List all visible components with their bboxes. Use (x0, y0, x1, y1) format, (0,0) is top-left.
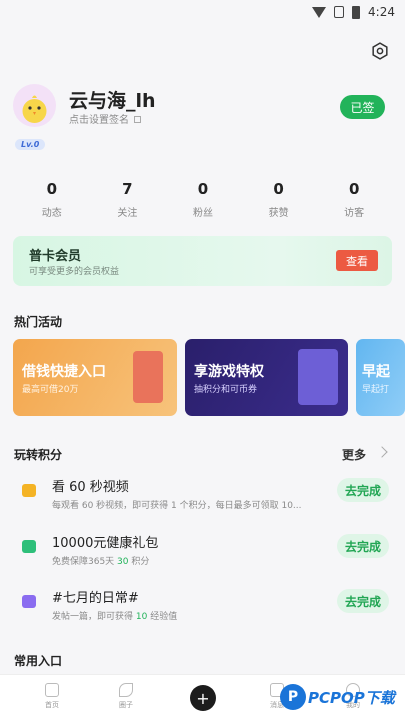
banner-subtitle: 早起打 (362, 385, 390, 395)
nav-circle[interactable]: 圈子 (101, 683, 151, 710)
more-link[interactable]: 更多 (342, 446, 366, 463)
sim-icon (334, 6, 345, 18)
status-time: 4:24 (368, 5, 395, 19)
stat-label: 动态 (41, 208, 62, 219)
task-title: 看 60 秒视频 (52, 480, 129, 495)
heart-icon (22, 540, 36, 553)
nav-label: 圈子 (119, 701, 133, 709)
wallet-graphic-icon (133, 351, 163, 403)
stat-likes[interactable]: 0 获赞 (241, 180, 317, 219)
signature-text: 点击设置签名 (69, 115, 129, 126)
task-complete-button[interactable]: 去完成 (337, 589, 389, 613)
task-complete-button[interactable]: 去完成 (337, 534, 389, 558)
stat-followers[interactable]: 0 粉丝 (165, 180, 241, 219)
arcade-graphic-icon (298, 349, 338, 405)
task-subtitle-highlight: 10 (135, 612, 148, 622)
task-item: 看 60 秒视频 每观看 60 秒视频，即可获得 1 个积分，每日最多可领取 1… (0, 474, 405, 518)
banner-title: 享游戏特权 (194, 364, 264, 380)
banner-subtitle: 最高可借20万 (22, 385, 79, 395)
task-subtitle-text: 每观看 60 秒视频，即可获得 1 个积分，每日最多可领取 10... (52, 501, 302, 511)
stat-label: 访客 (344, 208, 365, 219)
stat-value: 0 (197, 180, 209, 198)
battery-icon (352, 5, 361, 19)
common-entries-title: 常用入口 (14, 654, 63, 668)
stat-label: 获赞 (268, 208, 289, 219)
stat-label: 关注 (117, 208, 138, 219)
banner-subtitle: 抽积分和可币券 (194, 385, 258, 395)
vip-title: 普卡会员 (29, 249, 82, 264)
pcpop-logo-icon: P (280, 684, 306, 710)
stat-value: 0 (46, 180, 58, 198)
task-complete-button[interactable]: 去完成 (337, 478, 389, 502)
status-bar: 4:24 (0, 0, 405, 24)
nav-label: 首页 (45, 701, 59, 709)
banner-title: 早起 (362, 364, 390, 380)
video-icon (22, 484, 36, 497)
vip-subtitle: 可享受更多的会员权益 (29, 267, 120, 277)
task-title: 10000元健康礼包 (52, 536, 159, 551)
hot-activities-title: 热门活动 (14, 315, 63, 329)
home-icon (45, 683, 59, 697)
username[interactable]: 云与海_lh (69, 86, 156, 113)
stat-label: 粉丝 (192, 208, 213, 219)
signed-in-button[interactable]: 已签 (340, 95, 385, 119)
settings-gear-icon[interactable] (371, 42, 389, 60)
chick-avatar-icon (22, 95, 47, 123)
stat-posts[interactable]: 0 动态 (14, 180, 90, 219)
camera-icon (22, 595, 36, 608)
points-title: 玩转积分 (14, 448, 63, 462)
banner-game[interactable]: 享游戏特权 抽积分和可币券 (185, 339, 348, 416)
signature-hint[interactable]: 点击设置签名 (69, 111, 142, 126)
vip-card[interactable]: 普卡会员 可享受更多的会员权益 查看 (13, 236, 392, 286)
task-subtitle-highlight: 30 (117, 557, 129, 567)
watermark: P PCPOP下载 (280, 684, 395, 710)
task-subtitle-text: 积分 (128, 557, 150, 567)
stats-row: 0 动态 7 关注 0 粉丝 0 获赞 0 访客 (14, 180, 392, 219)
banner-title: 借钱快捷入口 (22, 364, 106, 380)
banner-early[interactable]: 早起 早起打 (356, 339, 405, 416)
add-post-button[interactable]: + (190, 685, 216, 711)
task-title: #七月的日常# (52, 591, 139, 606)
stat-value: 0 (348, 180, 360, 198)
task-subtitle-text: 经验值 (147, 612, 178, 622)
avatar[interactable] (13, 84, 56, 127)
task-subtitle: 免费保障365天 30 积分 (52, 554, 327, 567)
watermark-text: PCPOP下载 (308, 688, 395, 707)
stat-visitors[interactable]: 0 访客 (316, 180, 392, 219)
nav-home[interactable]: 首页 (27, 683, 77, 710)
task-item: #七月的日常# 发帖一篇，即可获得 10 经验值 去完成 (0, 585, 405, 629)
task-subtitle-text: 发帖一篇，即可获得 (52, 612, 136, 622)
task-subtitle: 发帖一篇，即可获得 10 经验值 (52, 609, 327, 622)
banner-loan[interactable]: 借钱快捷入口 最高可借20万 (13, 339, 177, 416)
level-badge: Lv.0 (15, 139, 46, 150)
stat-value: 7 (122, 180, 133, 198)
task-subtitle-text: 免费保障365天 (52, 557, 118, 567)
task-subtitle: 每观看 60 秒视频，即可获得 1 个积分，每日最多可领取 10... (52, 498, 327, 511)
stat-following[interactable]: 7 关注 (90, 180, 166, 219)
vip-view-button[interactable]: 查看 (336, 250, 378, 271)
edit-icon (134, 116, 142, 123)
wifi-icon (312, 6, 327, 18)
chevron-right-icon[interactable] (376, 446, 388, 458)
task-item: 10000元健康礼包 免费保障365天 30 积分 去完成 (0, 530, 405, 574)
stat-value: 0 (273, 180, 284, 198)
leaf-icon (119, 683, 133, 697)
